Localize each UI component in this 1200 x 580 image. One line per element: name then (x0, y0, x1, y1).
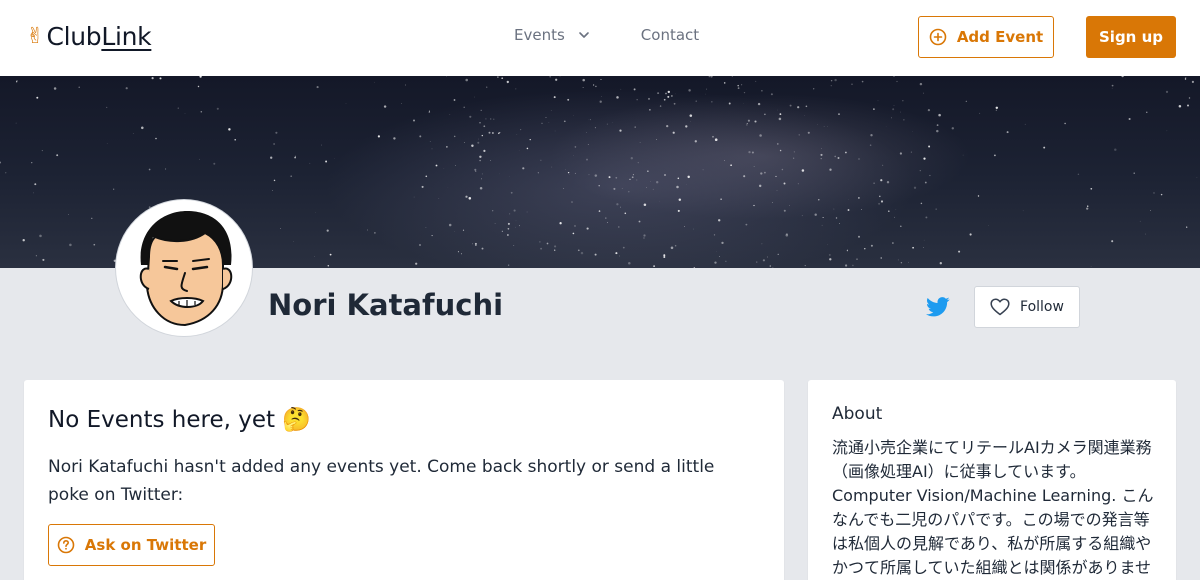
ask-on-twitter-button[interactable]: Ask on Twitter (48, 524, 215, 566)
events-empty-description: Nori Katafuchi hasn't added any events y… (48, 457, 715, 505)
follow-label: Follow (1020, 299, 1064, 315)
main-nav: Events Contact (514, 26, 699, 44)
about-card: About 流通小売企業にてリテールAIカメラ関連業務（画像処理AI）に従事して… (808, 380, 1176, 580)
logo-text-link: Link (101, 22, 152, 51)
chevron-down-icon (578, 32, 589, 38)
plus-circle-icon (929, 28, 947, 46)
events-card: No Events here, yet 🤔 Nori Katafuchi has… (24, 380, 784, 580)
add-event-button[interactable]: Add Event (918, 16, 1054, 58)
profile-name: Nori Katafuchi (268, 288, 504, 322)
logo-text: ClubLink (46, 22, 151, 51)
top-navbar: ✌ ClubLink Events Contact Add Event Sign… (0, 0, 1200, 76)
avatar-illustration (119, 203, 249, 333)
events-empty-title: No Events here, yet 🤔 (48, 407, 311, 433)
victory-hand-icon: ✌ (26, 23, 45, 49)
avatar (116, 200, 252, 336)
about-title: About (832, 404, 883, 424)
clublink-logo[interactable]: ✌ ClubLink (26, 22, 152, 51)
logo-text-club: Club (46, 22, 102, 51)
question-circle-icon (57, 536, 75, 554)
heart-icon (990, 298, 1010, 316)
sign-up-button[interactable]: Sign up (1086, 16, 1176, 58)
about-text: 流通小売企業にてリテールAIカメラ関連業務（画像処理AI）に従事しています。Co… (832, 438, 1154, 577)
ask-on-twitter-label: Ask on Twitter (84, 536, 207, 554)
add-event-label: Add Event (956, 28, 1044, 46)
twitter-icon[interactable] (926, 296, 950, 318)
nav-contact-link[interactable]: Contact (641, 26, 699, 44)
follow-button[interactable]: Follow (974, 286, 1080, 328)
nav-contact-label: Contact (640, 26, 700, 44)
nav-events-label: Events (514, 26, 565, 44)
nav-events-dropdown[interactable]: Events (514, 26, 591, 44)
